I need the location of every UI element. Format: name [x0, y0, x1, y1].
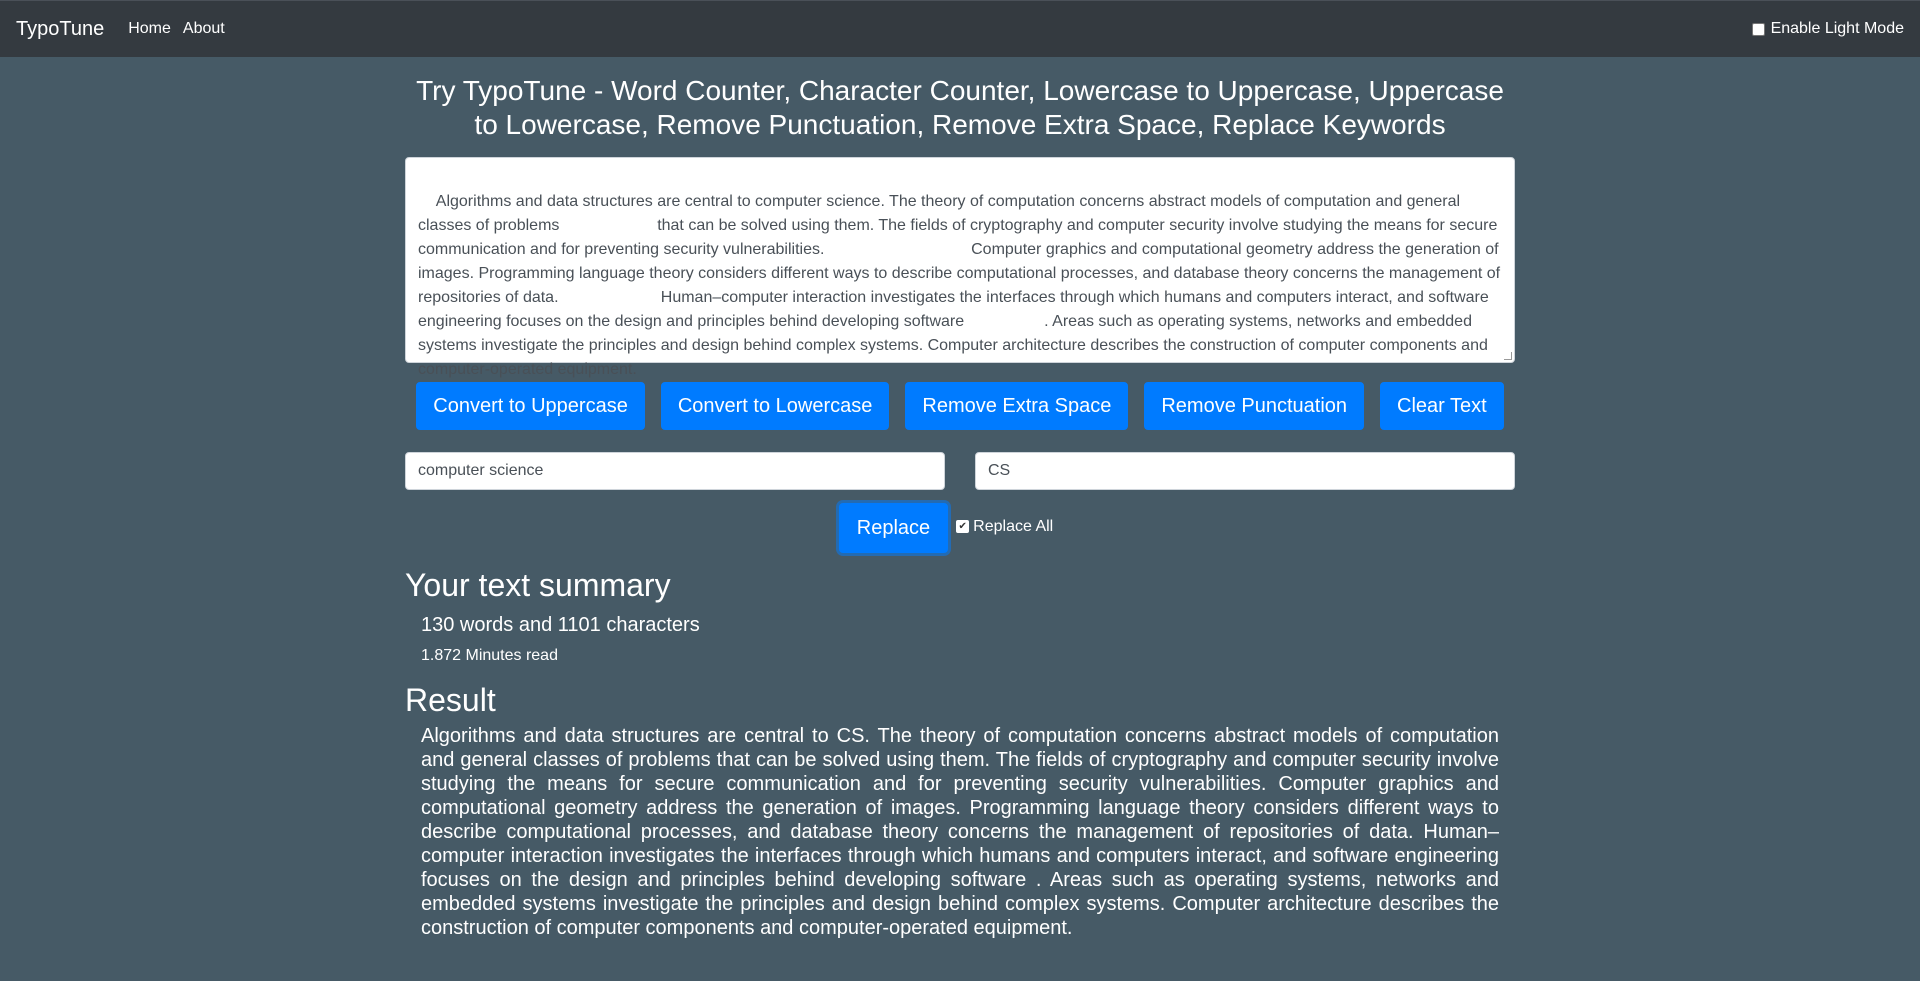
summary-heading: Your text summary [405, 567, 671, 603]
text-input-value[interactable]: Algorithms and data structures are centr… [418, 193, 1505, 378]
find-keyword-input[interactable]: computer science [405, 452, 945, 490]
light-mode-checkbox[interactable] [1751, 22, 1765, 36]
read-time: 1.872 Minutes read [421, 647, 558, 664]
remove-extra-space-button[interactable]: Remove Extra Space [905, 382, 1129, 430]
replace-inputs: computer science CS [405, 452, 1515, 490]
navbar: TypoTune Home About Enable Light Mode [0, 0, 1920, 57]
replace-all-label[interactable]: Replace All [973, 518, 1053, 536]
clear-text-button[interactable]: Clear Text [1380, 382, 1504, 430]
lowercase-button[interactable]: Convert to Lowercase [660, 382, 890, 430]
replace-button[interactable]: Replace [838, 503, 949, 553]
result-heading: Result [405, 682, 496, 718]
nav-link-home[interactable]: Home [128, 20, 171, 38]
replace-all-checkbox[interactable]: ✔ [956, 520, 970, 533]
result-text: Algorithms and data structures are centr… [421, 725, 1499, 939]
action-buttons: Convert to Uppercase Convert to Lowercas… [405, 382, 1515, 430]
brand-logo[interactable]: TypoTune [16, 18, 104, 41]
word-char-count: 130 words and 1101 characters [421, 614, 700, 636]
replace-all-toggle[interactable]: ✔ Replace All [956, 518, 1053, 536]
page-title: Try TypoTune - Word Counter, Character C… [416, 75, 1504, 140]
text-input-area[interactable]: Algorithms and data structures are centr… [405, 157, 1515, 378]
replace-keyword-input[interactable]: CS [975, 452, 1515, 490]
light-mode-toggle[interactable]: Enable Light Mode [1751, 20, 1904, 38]
light-mode-label[interactable]: Enable Light Mode [1771, 20, 1904, 38]
main-container: Try TypoTune - Word Counter, Character C… [405, 74, 1515, 940]
replace-controls: Replace ✔ Replace All [405, 503, 1515, 553]
resize-handle-icon[interactable] [1504, 352, 1512, 360]
nav-link-about[interactable]: About [183, 20, 225, 38]
remove-punctuation-button[interactable]: Remove Punctuation [1144, 382, 1365, 430]
uppercase-button[interactable]: Convert to Uppercase [416, 382, 645, 430]
